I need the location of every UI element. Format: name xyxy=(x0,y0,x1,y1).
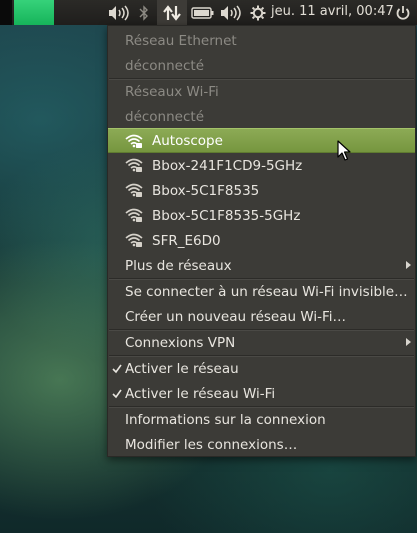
submenu-arrow-icon xyxy=(406,261,411,269)
wifi-network-name: Bbox-5C1F8535 xyxy=(152,182,260,199)
power-icon[interactable] xyxy=(394,3,412,22)
checkmark-icon xyxy=(112,387,122,403)
enable-wifi-toggle[interactable]: Activer le réseau Wi-Fi xyxy=(108,381,415,406)
launcher-tile[interactable] xyxy=(0,0,12,25)
ethernet-header-label: Réseau Ethernet xyxy=(125,32,237,49)
volume-icon[interactable] xyxy=(218,3,242,22)
connect-hidden-label: Se connecter à un réseau Wi-Fi invisible… xyxy=(125,283,408,300)
wifi-network-item[interactable]: Bbox-5C1F8535 xyxy=(108,178,415,203)
enable-wifi-label: Activer le réseau Wi-Fi xyxy=(125,385,276,402)
network-arrows-icon xyxy=(162,3,182,22)
edit-connections-item[interactable]: Modifier les connexions… xyxy=(108,432,415,457)
wifi-signal-icon xyxy=(125,233,143,251)
mouse-pointer-icon xyxy=(337,140,351,166)
wifi-signal-icon xyxy=(125,134,143,152)
settings-gear-icon[interactable] xyxy=(249,3,267,22)
battery-icon[interactable] xyxy=(190,3,216,22)
wifi-network-item[interactable]: SFR_E6D0 xyxy=(108,228,415,253)
edit-connections-label: Modifier les connexions… xyxy=(125,436,298,453)
menu-ethernet-status: déconnecté xyxy=(108,53,415,78)
enable-network-label: Activer le réseau xyxy=(125,360,239,377)
wifi-network-name: Bbox-241F1CD9-5GHz xyxy=(152,157,303,174)
menu-wifi-status: déconnecté xyxy=(108,104,415,129)
wifi-header-label: Réseaux Wi-Fi xyxy=(125,83,219,100)
connect-hidden-network-item[interactable]: Se connecter à un réseau Wi-Fi invisible… xyxy=(108,279,415,304)
wifi-signal-icon xyxy=(125,208,143,226)
volume-icon[interactable] xyxy=(106,3,130,22)
create-network-item[interactable]: Créer un nouveau réseau Wi-Fi… xyxy=(108,304,415,329)
ethernet-status-label: déconnecté xyxy=(125,57,204,74)
menu-wifi-header: Réseaux Wi-Fi xyxy=(108,79,415,104)
wifi-status-label: déconnecté xyxy=(125,108,204,125)
top-panel: jeu. 11 avril, 00:47 xyxy=(0,0,417,25)
network-menu: Réseau Ethernet déconnecté Réseaux Wi-Fi… xyxy=(107,25,416,457)
menu-ethernet-header: Réseau Ethernet xyxy=(108,28,415,53)
wifi-network-name: SFR_E6D0 xyxy=(152,232,221,249)
wifi-network-item[interactable]: Bbox-241F1CD9-5GHz xyxy=(108,153,415,178)
connection-info-label: Informations sur la connexion xyxy=(125,411,326,428)
network-indicator[interactable] xyxy=(157,0,187,25)
wifi-network-item[interactable]: Autoscope xyxy=(108,128,415,153)
connection-info-item[interactable]: Informations sur la connexion xyxy=(108,407,415,432)
active-app-indicator[interactable] xyxy=(14,0,54,25)
more-networks-label: Plus de réseaux xyxy=(125,257,232,274)
vpn-label: Connexions VPN xyxy=(125,334,236,351)
enable-network-toggle[interactable]: Activer le réseau xyxy=(108,356,415,381)
wifi-signal-icon xyxy=(125,158,143,176)
checkmark-icon xyxy=(112,362,122,378)
bluetooth-icon[interactable] xyxy=(137,3,151,22)
vpn-connections-item[interactable]: Connexions VPN xyxy=(108,330,415,355)
wifi-signal-icon xyxy=(125,183,143,201)
create-network-label: Créer un nouveau réseau Wi-Fi… xyxy=(125,308,347,325)
more-networks-item[interactable]: Plus de réseaux xyxy=(108,253,415,278)
wifi-network-name: Bbox-5C1F8535-5GHz xyxy=(152,207,301,224)
wifi-network-item[interactable]: Bbox-5C1F8535-5GHz xyxy=(108,203,415,228)
submenu-arrow-icon xyxy=(406,338,411,346)
panel-clock[interactable]: jeu. 11 avril, 00:47 xyxy=(271,4,394,19)
wifi-network-name: Autoscope xyxy=(152,132,223,149)
